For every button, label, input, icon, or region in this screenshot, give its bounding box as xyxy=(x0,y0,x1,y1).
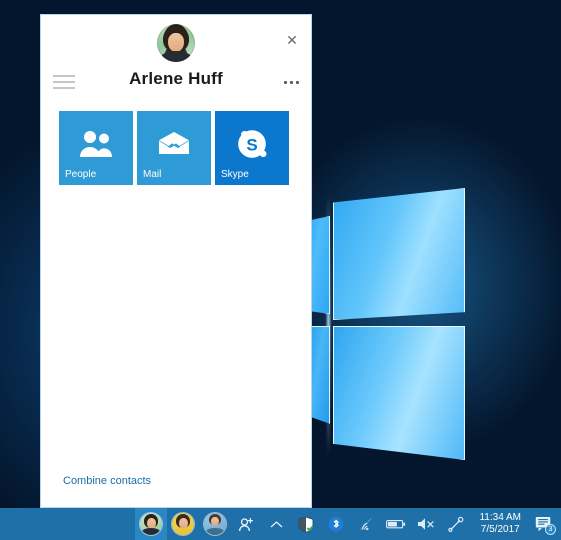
svg-text:S: S xyxy=(246,135,257,154)
hamburger-icon[interactable] xyxy=(53,75,75,89)
pen-workspace-icon[interactable] xyxy=(441,508,471,540)
panel-footer: Combine contacts xyxy=(41,471,311,507)
tile-label: Skype xyxy=(221,169,249,180)
windows-logo-pane-top-right xyxy=(333,188,465,320)
people-panel[interactable]: Arlene Huff ✕ People Mail S Skype Combin… xyxy=(40,14,312,508)
app-tiles: People Mail S Skype xyxy=(41,111,311,185)
volume-muted-icon[interactable] xyxy=(411,508,441,540)
pinned-contact-3[interactable] xyxy=(199,508,231,540)
close-icon[interactable]: ✕ xyxy=(281,29,303,51)
tile-mail[interactable]: Mail xyxy=(137,111,211,185)
bluetooth-icon[interactable] xyxy=(321,508,351,540)
wifi-icon[interactable] xyxy=(351,508,381,540)
tile-label: Mail xyxy=(143,169,162,180)
windows-logo-wallpaper xyxy=(300,150,561,480)
more-options-icon[interactable] xyxy=(279,73,303,91)
desktop[interactable]: Arlene Huff ✕ People Mail S Skype Combin… xyxy=(0,0,561,540)
avatar xyxy=(157,24,195,62)
windows-logo-pane-bottom-right xyxy=(333,326,465,460)
tile-skype[interactable]: S Skype xyxy=(215,111,289,185)
contacts-list-empty-area xyxy=(41,185,311,471)
add-person-icon[interactable] xyxy=(231,508,261,540)
battery-icon[interactable] xyxy=(381,508,411,540)
taskbar-empty-area[interactable] xyxy=(0,508,135,540)
action-center-icon[interactable]: 3 xyxy=(529,508,559,540)
tile-label: People xyxy=(65,169,97,180)
clock-time: 11:34 AM xyxy=(479,512,521,523)
security-shield-icon[interactable] xyxy=(291,508,321,540)
panel-header: Arlene Huff ✕ xyxy=(41,15,311,107)
clock[interactable]: 11:34 AM 7/5/2017 xyxy=(471,512,529,536)
clock-date: 7/5/2017 xyxy=(480,524,520,535)
page-title: Arlene Huff xyxy=(129,69,223,88)
notification-count-badge: 3 xyxy=(545,524,556,535)
combine-contacts-link[interactable]: Combine contacts xyxy=(63,475,151,487)
system-tray: 11:34 AM 7/5/2017 3 xyxy=(291,508,561,540)
pinned-contact-1[interactable] xyxy=(135,508,168,540)
taskbar[interactable]: 11:34 AM 7/5/2017 3 xyxy=(0,508,561,540)
people-bar xyxy=(135,508,291,540)
chevron-up-icon[interactable] xyxy=(261,508,291,540)
pinned-contact-2[interactable] xyxy=(167,508,199,540)
tile-people[interactable]: People xyxy=(59,111,133,185)
skype-icon: S xyxy=(215,125,289,163)
people-icon xyxy=(59,125,133,163)
mail-icon xyxy=(137,125,211,163)
